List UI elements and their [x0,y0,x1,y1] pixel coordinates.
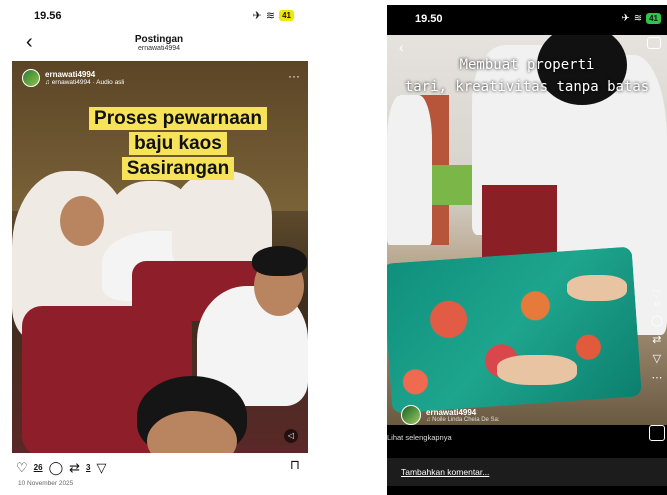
battery-badge: 41 [646,13,661,24]
scene-hand [567,275,627,301]
avatar[interactable] [401,405,421,425]
caption-line-2: baju kaos [129,132,227,155]
caption-line-1: Proses pewarnaan [89,107,267,130]
sasirangan-fabric [387,246,642,414]
wifi-icon: ≋ [633,13,643,24]
audio-label[interactable]: ♫ ernawati4994 · Audio asli [45,79,124,86]
chevron-left-icon[interactable]: ‹ [399,39,404,55]
left-phone-screen: 19.56 ✈ ≋ 41 ‹ Postingan ernawati4994 er… [8,0,310,495]
author-username[interactable]: ernawati4994 [45,70,124,79]
post-author[interactable]: ernawati4994 ♫ ernawati4994 · Audio asli [22,69,124,87]
send-icon[interactable]: ▽ [96,461,106,474]
airplane-icon: ✈ [621,13,630,24]
bookmark-icon[interactable]: ⊓ [290,458,300,471]
send-icon[interactable]: ▽ [653,352,661,365]
heart-icon[interactable]: ♡ [16,461,28,474]
music-note-icon: ♫ [45,79,52,86]
airplane-icon: ✈ [252,10,262,22]
status-bar: 19.50 ✈ ≋ 41 [387,13,667,29]
comment-bar[interactable]: Tambahkan komentar... [387,458,667,486]
comment-input[interactable]: Tambahkan komentar... [401,467,489,477]
battery-badge: 41 [279,10,294,21]
scene-hair [252,246,307,276]
repost-icon[interactable]: ⇄ [652,333,661,346]
scene-hand [497,355,577,385]
post-video[interactable]: ernawati4994 ♫ ernawati4994 · Audio asli… [12,61,308,453]
status-icons: ✈ ≋ 41 [253,9,294,22]
like-count[interactable]: 16 [654,302,660,308]
video-caption: Proses pewarnaan baju kaos Sasirangan [67,106,289,181]
audio-label[interactable]: ♫ Noile Linda Cheia De Sa: [426,417,500,423]
page-subtitle: ernawati4994 [137,45,181,52]
scene-student [387,95,432,245]
comment-icon[interactable]: ◯ [651,314,663,327]
right-phone-screen: 19.50 ✈ ≋ 41 ‹ Membuat properti tari, kr… [387,5,667,495]
more-options-icon[interactable]: ⋯ [651,371,662,384]
post-date: 10 November 2025 [18,480,74,487]
like-count[interactable]: 26 [34,463,43,472]
overlay-text-line-2: tari, kreativitas tanpa batas [404,79,650,95]
comment-icon[interactable]: ◯ [49,461,64,474]
status-time: 19.56 [34,10,62,22]
caption-line-3: Sasirangan [121,157,235,180]
more-options-icon[interactable]: ··· [288,69,300,83]
scene-face [60,196,104,246]
page-title: Postingan [134,34,184,45]
wifi-icon: ≋ [265,10,276,22]
heart-icon[interactable]: ♡ [652,288,662,301]
avatar[interactable] [22,69,40,87]
reel-author[interactable]: ernawati4994 ♫ Noile Linda Cheia De Sa: [401,405,500,425]
overlay-text-line-1: Membuat properti [459,57,595,73]
post-actions: ♡ 26 ◯ ⇄ 3 ▽ ⊓ [16,458,306,476]
repost-icon[interactable]: ⇄ [69,461,80,474]
status-bar: 19.56 ✈ ≋ 41 [8,6,310,26]
reel-side-actions: ♡ 16 ◯ ⇄ ▽ ⋯ [651,288,663,384]
camera-icon[interactable] [647,37,661,49]
status-time: 19.50 [415,13,443,25]
audio-thumbnail-icon[interactable] [649,425,665,441]
post-header: ‹ Postingan ernawati4994 [8,30,310,58]
see-more-link[interactable]: Lihat selengkapnya [387,433,452,442]
author-username[interactable]: ernawati4994 [426,408,500,417]
repost-count[interactable]: 3 [86,463,90,472]
mute-icon[interactable]: ◁ [284,429,298,443]
status-icons: ✈ ≋ 41 [621,13,661,24]
